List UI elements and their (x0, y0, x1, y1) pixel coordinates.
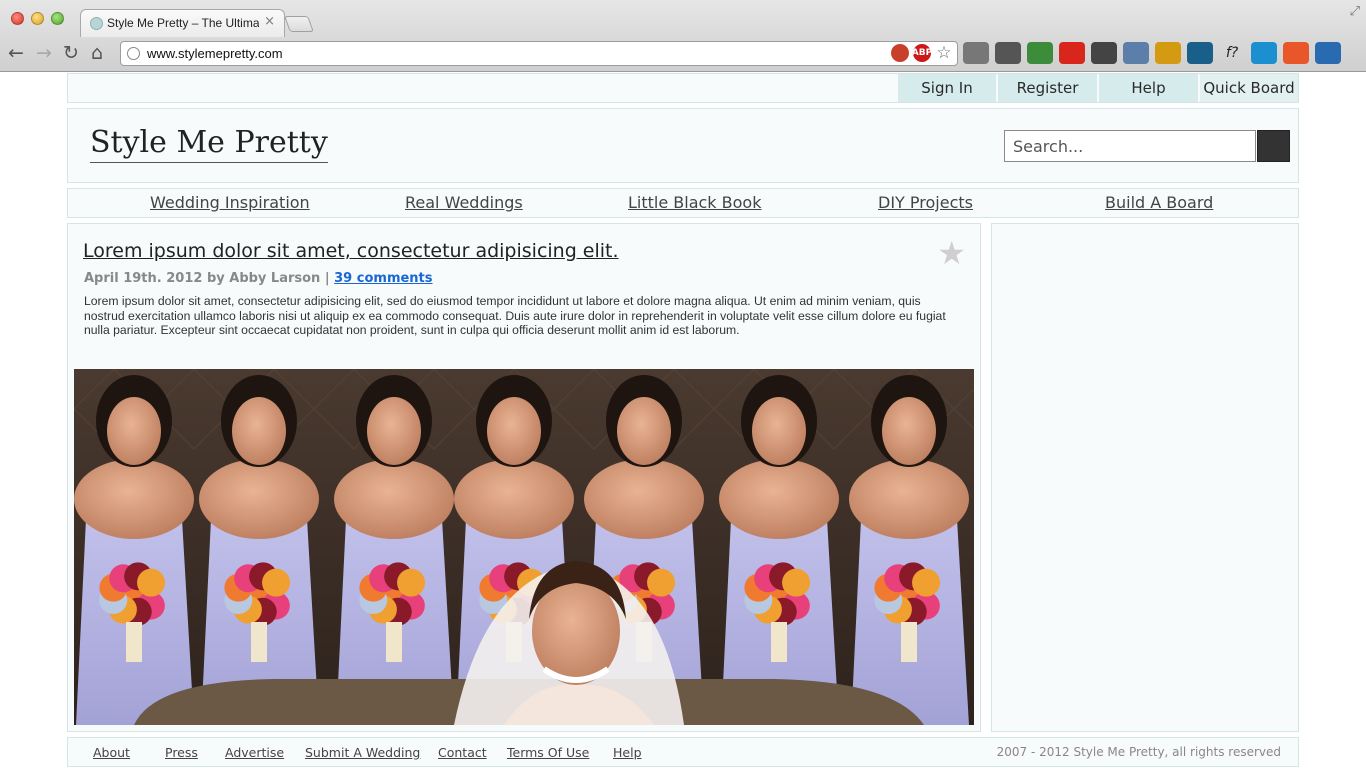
comments-link[interactable]: 39 comments (334, 271, 432, 286)
extensions-toolbar: f? (963, 42, 1341, 64)
fullscreen-icon[interactable]: ⤢ (1350, 4, 1360, 19)
browser-extension-icon[interactable] (1027, 42, 1053, 64)
browser-extension-icon[interactable] (1059, 42, 1085, 64)
nav-little-black-book[interactable]: Little Black Book (628, 193, 761, 212)
copyright-text: 2007 - 2012 Style Me Pretty, all rights … (996, 745, 1281, 759)
browser-extension-icon[interactable] (1091, 42, 1117, 64)
utility-bar: Sign In Register Help Quick Board (67, 73, 1299, 103)
search-input[interactable] (1004, 130, 1256, 162)
nav-diy-projects[interactable]: DIY Projects (878, 193, 973, 212)
new-tab-button[interactable] (284, 16, 314, 32)
register-button[interactable]: Register (996, 74, 1097, 102)
browser-extension-icon[interactable] (1315, 42, 1341, 64)
back-icon[interactable]: ← (8, 41, 24, 65)
post-photo[interactable] (74, 369, 974, 725)
extension-icon[interactable] (891, 44, 909, 62)
adblock-icon[interactable]: ABP (912, 44, 932, 62)
browser-extension-icon[interactable]: f? (1219, 42, 1245, 64)
nav-real-weddings[interactable]: Real Weddings (405, 193, 523, 212)
sidebar (991, 223, 1299, 732)
post-date-author: April 19th. 2012 by Abby Larson (84, 271, 321, 286)
meta-separator: | (320, 271, 335, 286)
browser-extension-icon[interactable] (1251, 42, 1277, 64)
reload-icon[interactable]: ↻ (63, 41, 79, 65)
footer-link-press[interactable]: Press (165, 745, 198, 760)
main-nav: Wedding Inspiration Real Weddings Little… (67, 188, 1299, 218)
favicon-icon (90, 17, 103, 30)
post-excerpt: Lorem ipsum dolor sit amet, consectetur … (84, 294, 946, 337)
browser-extension-icon[interactable] (1123, 42, 1149, 64)
tab-close-icon[interactable]: × (264, 14, 275, 29)
nav-build-a-board[interactable]: Build A Board (1105, 193, 1213, 212)
favorite-star-icon[interactable]: ★ (937, 234, 966, 272)
globe-icon (127, 47, 140, 60)
nav-wedding-inspiration[interactable]: Wedding Inspiration (150, 193, 310, 212)
browser-chrome: Style Me Pretty – The Ultimate Wedding B… (0, 0, 1366, 72)
bridal-party-photo (74, 369, 974, 725)
browser-tab[interactable]: Style Me Pretty – The Ultimate Wedding B… (80, 9, 285, 37)
site-footer: About Press Advertise Submit A Wedding C… (67, 737, 1299, 767)
browser-extension-icon[interactable] (995, 42, 1021, 64)
home-icon[interactable]: ⌂ (91, 41, 103, 65)
browser-extension-icon[interactable] (1155, 42, 1181, 64)
tab-title: Style Me Pretty – The Ultimate Wedding B… (107, 16, 259, 30)
browser-extension-icon[interactable] (1187, 42, 1213, 64)
footer-link-contact[interactable]: Contact (438, 745, 487, 760)
bookmark-star-icon[interactable]: ☆ (935, 43, 953, 63)
footer-link-terms[interactable]: Terms Of Use (507, 745, 589, 760)
post-title[interactable]: Lorem ipsum dolor sit amet, consectetur … (83, 240, 619, 262)
browser-extension-icon[interactable] (963, 42, 989, 64)
url-text[interactable]: www.stylemepretty.com (147, 46, 283, 61)
close-window-button[interactable] (11, 12, 24, 25)
quick-board-button[interactable]: Quick Board (1198, 74, 1298, 102)
minimize-window-button[interactable] (31, 12, 44, 25)
address-bar[interactable]: www.stylemepretty.com ABP ☆ (120, 41, 958, 66)
footer-link-help[interactable]: Help (613, 745, 642, 760)
help-button[interactable]: Help (1097, 74, 1198, 102)
zoom-window-button[interactable] (51, 12, 64, 25)
footer-link-advertise[interactable]: Advertise (225, 745, 284, 760)
site-logo[interactable]: Style Me Pretty (90, 125, 328, 163)
footer-link-submit-wedding[interactable]: Submit A Wedding (305, 745, 420, 760)
site-header: Style Me Pretty (67, 108, 1299, 183)
post-panel: Lorem ipsum dolor sit amet, consectetur … (67, 223, 981, 732)
browser-extension-icon[interactable] (1283, 42, 1309, 64)
footer-link-about[interactable]: About (93, 745, 130, 760)
post-meta: April 19th. 2012 by Abby Larson | 39 com… (84, 271, 433, 286)
forward-icon[interactable]: → (36, 41, 52, 65)
search-button[interactable] (1257, 130, 1290, 162)
sign-in-button[interactable]: Sign In (896, 74, 996, 102)
